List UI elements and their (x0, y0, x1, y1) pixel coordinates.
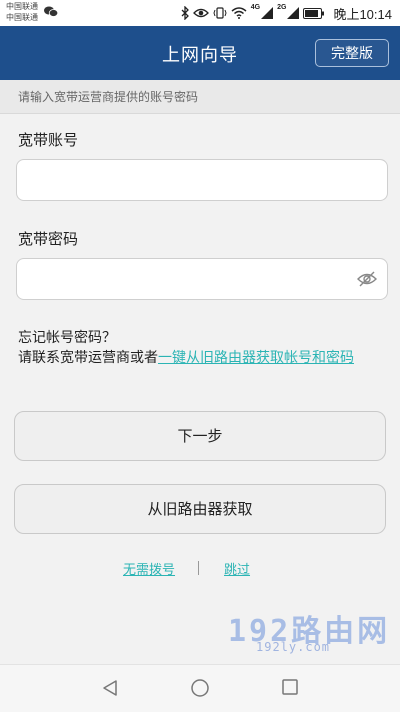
eye-comfort-icon (192, 8, 209, 18)
recents-icon[interactable] (281, 679, 299, 697)
back-icon[interactable] (101, 679, 119, 697)
signal-icon-1 (261, 7, 274, 19)
fetch-from-old-router-link[interactable]: 一键从旧路由器获取帐号和密码 (158, 350, 354, 366)
no-dial-link[interactable]: 无需拨号 (123, 559, 175, 578)
watermark-sub: 192ly.com (256, 640, 331, 654)
skip-link[interactable]: 跳过 (224, 559, 250, 578)
bluetooth-icon (181, 6, 189, 20)
password-field[interactable] (16, 258, 388, 300)
forgot-credentials: 忘记帐号密码？ 请联系宽带运营商或者一键从旧路由器获取帐号和密码 (18, 328, 378, 368)
next-step-button[interactable]: 下一步 (14, 411, 386, 461)
status-icons: 4G 2G 晚上10:14 (181, 4, 392, 22)
account-input[interactable] (16, 159, 388, 201)
forgot-description: 请联系宽带运营商或者一键从旧路由器获取帐号和密码 (18, 348, 378, 368)
password-label: 宽带密码 (18, 230, 79, 248)
battery-icon (303, 7, 325, 19)
wifi-icon (231, 7, 247, 19)
carrier-info: 中国联通 中国联通 (6, 1, 38, 23)
vibrate-icon (213, 7, 227, 19)
signal-icon-2 (287, 7, 300, 19)
clock: 晚上10:14 (333, 6, 392, 22)
account-label: 宽带账号 (18, 131, 79, 149)
forgot-prefix: 请联系宽带运营商或者 (18, 350, 158, 366)
wechat-icon (44, 6, 58, 17)
home-icon[interactable] (190, 679, 210, 699)
get-from-old-router-button[interactable]: 从旧路由器获取 (14, 484, 386, 534)
instruction-hint: 请输入宽带运营商提供的账号密码 (0, 80, 400, 114)
hide-password-icon[interactable] (357, 270, 377, 288)
signal-tag-2g: 2G (277, 4, 287, 11)
app-header: 上网向导 完整版 (0, 26, 400, 80)
watermark: 192路由网 192ly.com (228, 606, 390, 654)
carrier-2: 中国联通 (6, 13, 38, 22)
carrier-1: 中国联通 (6, 2, 38, 11)
full-version-button[interactable]: 完整版 (315, 39, 389, 67)
status-bar: 中国联通 中国联通 4G 2G 晚上10:14 (0, 0, 400, 26)
link-divider (198, 561, 199, 575)
signal-tag-4g: 4G (250, 4, 261, 11)
bottom-links: 无需拨号 跳过 (0, 559, 400, 579)
system-nav-bar (0, 664, 400, 712)
forgot-title: 忘记帐号密码？ (18, 330, 116, 346)
